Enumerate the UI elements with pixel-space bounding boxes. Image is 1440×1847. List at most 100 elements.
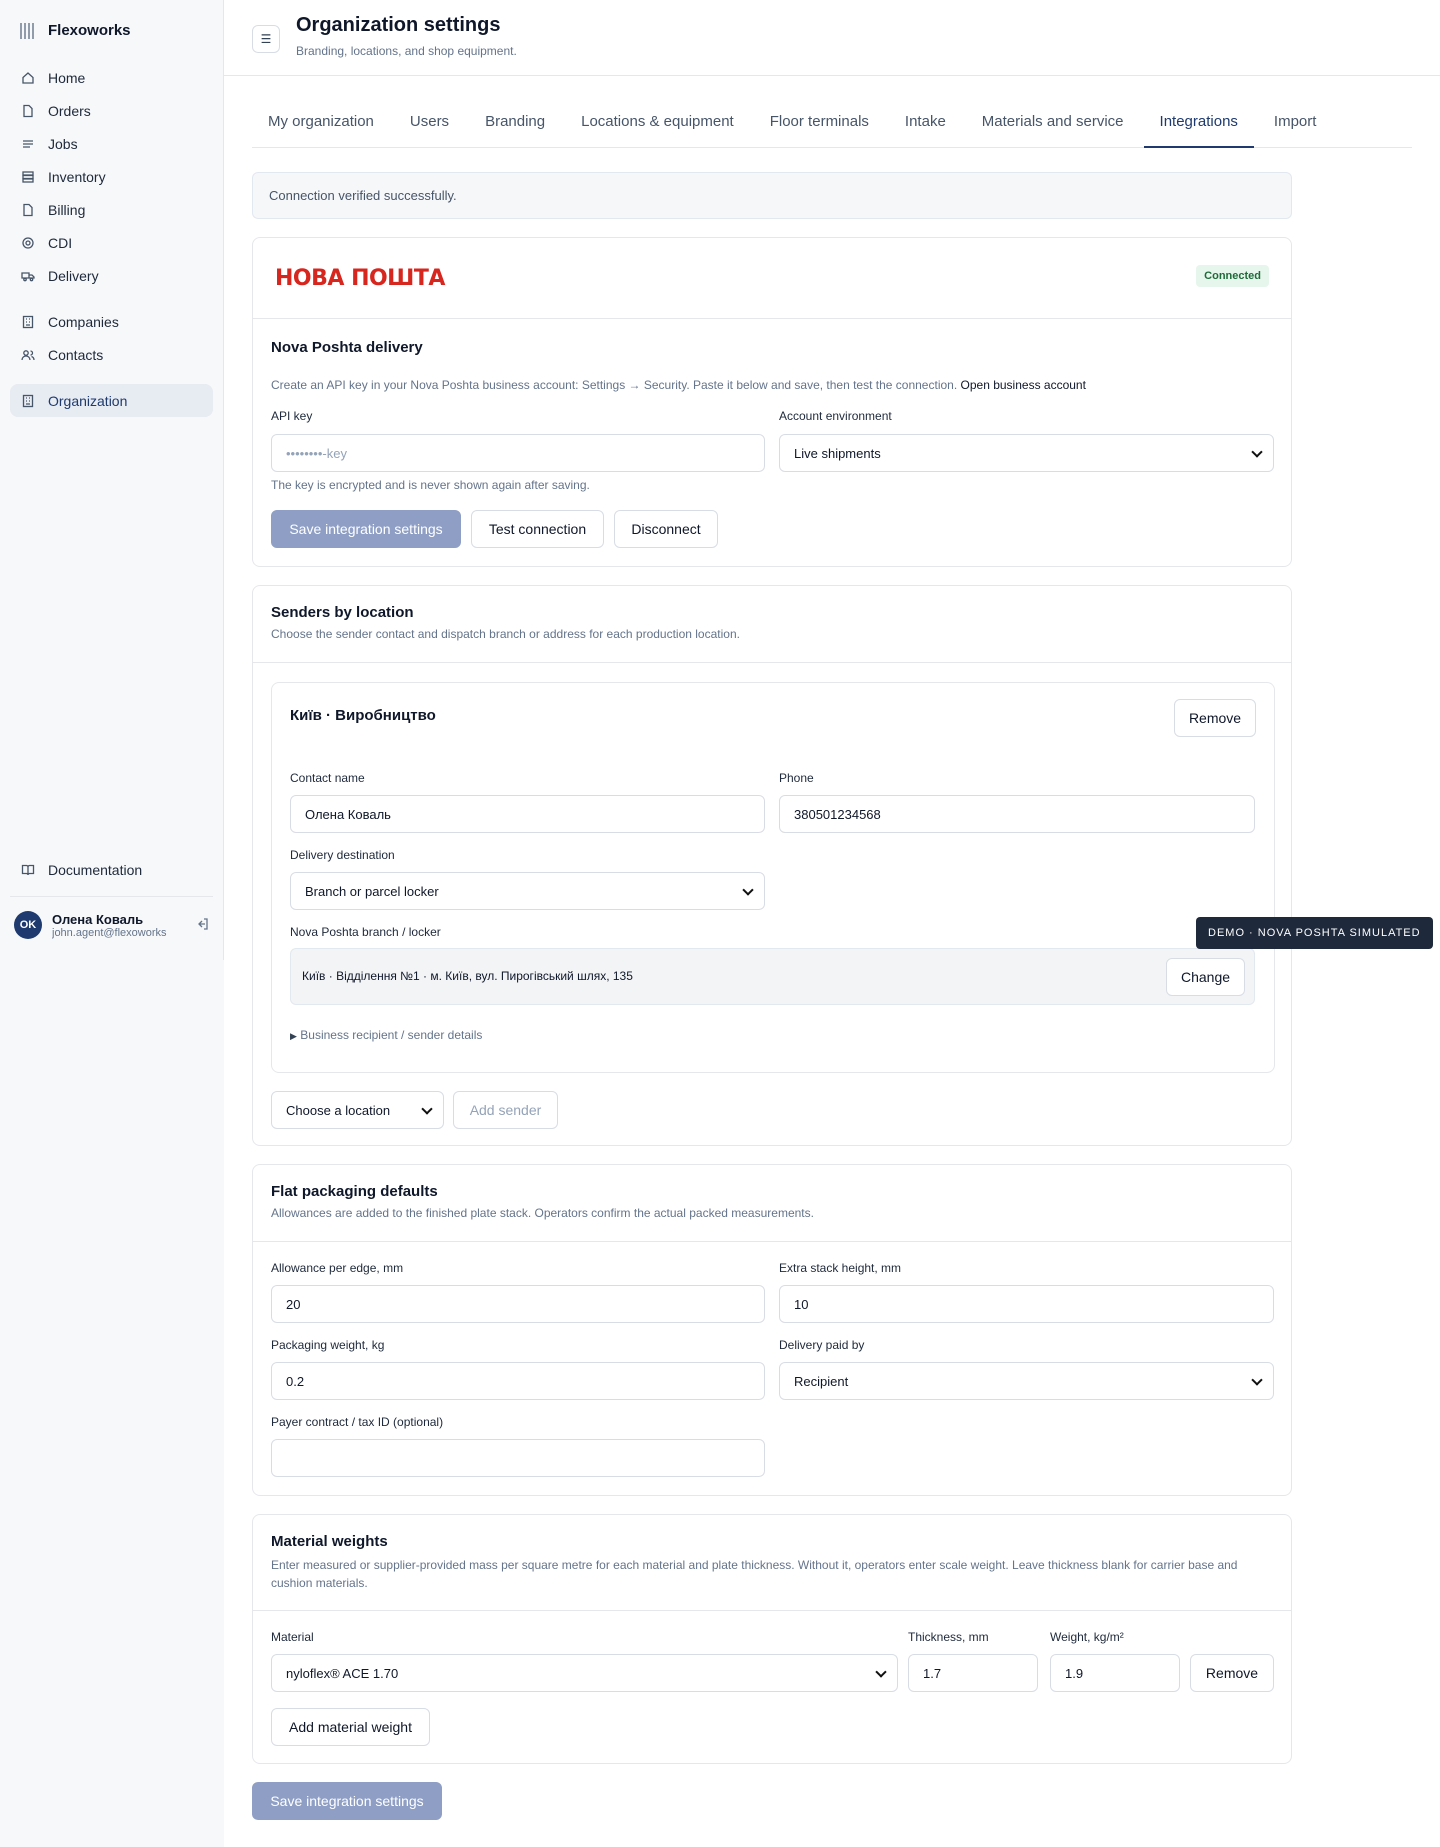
weight-label: Weight, kg/m² [1050, 1630, 1124, 1644]
tab-branding[interactable]: Branding [469, 100, 561, 148]
nova-poshta-logo: НОВА ПОШТА [275, 266, 445, 291]
sidebar-item-documentation[interactable]: Documentation [10, 853, 213, 886]
sidebar-item-label: Orders [48, 102, 91, 119]
main-content: My organization Users Branding Locations… [224, 76, 1440, 1847]
thickness-input[interactable]: 1.7 [908, 1654, 1038, 1692]
remove-sender-button[interactable]: Remove [1174, 699, 1256, 737]
account-environment-select[interactable]: Live shipments [779, 434, 1274, 472]
sidebar-item-home[interactable]: Home [10, 61, 213, 94]
add-sender-button[interactable]: Add sender [453, 1091, 558, 1129]
payer-label: Payer contract / tax ID (optional) [271, 1415, 444, 1429]
sidebar-item-label: Home [48, 69, 86, 86]
branch-label: Nova Poshta branch / locker [290, 925, 441, 939]
open-business-account-link[interactable]: Open business account [961, 378, 1086, 392]
phone-input[interactable]: 380501234568 [779, 795, 1255, 833]
tab-users[interactable]: Users [394, 100, 465, 148]
target-icon [20, 235, 36, 251]
divider [10, 896, 213, 897]
payer-input[interactable] [271, 1439, 765, 1477]
sidebar-item-delivery[interactable]: Delivery [10, 259, 213, 292]
thickness-label: Thickness, mm [908, 1630, 989, 1644]
extra-height-input[interactable]: 10 [779, 1285, 1274, 1323]
user-email: john.agent@flexoworks [52, 926, 167, 939]
sidebar-item-organization[interactable]: Organization [10, 384, 213, 417]
sidebar-item-orders[interactable]: Orders [10, 94, 213, 127]
tab-import[interactable]: Import [1258, 100, 1333, 148]
tab-integrations[interactable]: Integrations [1143, 100, 1254, 148]
extra-height-label: Extra stack height, mm [779, 1261, 902, 1275]
list-icon [20, 136, 36, 152]
sidebar-item-label: Organization [48, 392, 128, 409]
page-header: ☰ Organization settings Branding, locati… [224, 0, 1440, 76]
footer-save-button[interactable]: Save integration settings [252, 1782, 442, 1820]
sidebar-item-jobs[interactable]: Jobs [10, 127, 213, 160]
logout-icon[interactable] [195, 917, 209, 934]
tab-locations-equipment[interactable]: Locations & equipment [565, 100, 750, 148]
sidebar-nav: Home Orders Jobs Inventory Billing CDI D… [0, 61, 223, 417]
paid-by-select[interactable]: Recipient [779, 1362, 1274, 1400]
avatar: OK [14, 911, 42, 939]
sidebar-item-inventory[interactable]: Inventory [10, 160, 213, 193]
business-details-toggle[interactable]: ▶ Business recipient / sender details [290, 1028, 482, 1042]
receipt-icon [20, 202, 36, 218]
branch-selection: Київ · Відділення №1 · м. Київ, вул. Пир… [290, 948, 1255, 1005]
test-connection-button[interactable]: Test connection [471, 510, 604, 548]
api-key-help: The key is encrypted and is never shown … [271, 478, 590, 492]
packaging-weight-input[interactable]: 0.2 [271, 1362, 765, 1400]
delivery-destination-label: Delivery destination [290, 848, 395, 862]
sidebar-item-label: Delivery [48, 267, 99, 284]
integration-title: Nova Poshta delivery [271, 339, 423, 356]
settings-tabs: My organization Users Branding Locations… [252, 100, 1412, 148]
save-integration-button[interactable]: Save integration settings [271, 510, 461, 548]
home-icon [20, 70, 36, 86]
allowance-input[interactable]: 20 [271, 1285, 765, 1323]
packaging-description: Allowances are added to the finished pla… [271, 1206, 814, 1220]
user-menu[interactable]: OK Олена Коваль john.agent@flexoworks [0, 907, 223, 943]
change-branch-button[interactable]: Change [1166, 958, 1245, 996]
organization-icon [20, 393, 36, 409]
demo-tooltip: DEMO · NOVA POSHTA SIMULATED [1196, 917, 1433, 949]
contact-name-label: Contact name [290, 771, 365, 785]
material-select[interactable]: nyloflex® ACE 1.70 [271, 1654, 898, 1692]
nova-poshta-card: НОВА ПОШТА Connected Nova Poshta deliver… [252, 237, 1292, 567]
packaging-weight-label: Packaging weight, kg [271, 1338, 385, 1352]
senders-description: Choose the sender contact and dispatch b… [271, 627, 740, 641]
sidebar-item-cdi[interactable]: CDI [10, 226, 213, 259]
packaging-title: Flat packaging defaults [271, 1183, 438, 1200]
add-material-weight-button[interactable]: Add material weight [271, 1708, 430, 1746]
tab-floor-terminals[interactable]: Floor terminals [754, 100, 885, 148]
file-icon [20, 103, 36, 119]
contact-name-input[interactable]: Олена Коваль [290, 795, 765, 833]
sidebar-item-contacts[interactable]: Contacts [10, 338, 213, 371]
menu-toggle-button[interactable]: ☰ [252, 25, 280, 53]
sidebar-item-label: Inventory [48, 168, 106, 185]
sidebar-footer: Documentation OK Олена Коваль john.agent… [0, 853, 223, 943]
packaging-card: Flat packaging defaults Allowances are a… [252, 1164, 1292, 1496]
business-details-label: Business recipient / sender details [300, 1028, 483, 1042]
disconnect-button[interactable]: Disconnect [614, 510, 718, 548]
sidebar: Flexoworks Home Orders Jobs Inventory Bi… [0, 0, 224, 960]
senders-header: Senders by location Choose the sender co… [253, 586, 1291, 663]
sender-card: Київ · Виробництво Remove Contact name О… [271, 682, 1275, 1073]
sidebar-item-billing[interactable]: Billing [10, 193, 213, 226]
sidebar-item-companies[interactable]: Companies [10, 305, 213, 338]
tab-my-organization[interactable]: My organization [252, 100, 390, 148]
account-environment-label: Account environment [779, 409, 892, 423]
paid-by-label: Delivery paid by [779, 1338, 865, 1352]
building-icon [20, 314, 36, 330]
remove-material-button[interactable]: Remove [1190, 1654, 1274, 1692]
sender-location-title: Київ · Виробництво [290, 707, 436, 724]
sidebar-item-label: Contacts [48, 346, 104, 363]
delivery-destination-select[interactable]: Branch or parcel locker [290, 872, 765, 910]
location-select[interactable]: Choose a location [271, 1091, 444, 1129]
tab-materials-service[interactable]: Materials and service [966, 100, 1140, 148]
caret-right-icon: ▶ [290, 1031, 297, 1041]
brand[interactable]: Flexoworks [0, 0, 223, 61]
tab-intake[interactable]: Intake [889, 100, 962, 148]
branch-value: Київ · Відділення №1 · м. Київ, вул. Пир… [302, 969, 633, 983]
phone-label: Phone [779, 771, 814, 785]
api-key-input[interactable]: ••••••••-key [271, 434, 765, 472]
app-name: Flexoworks [48, 22, 131, 39]
weight-input[interactable]: 1.9 [1050, 1654, 1180, 1692]
sidebar-item-label: Billing [48, 201, 86, 218]
